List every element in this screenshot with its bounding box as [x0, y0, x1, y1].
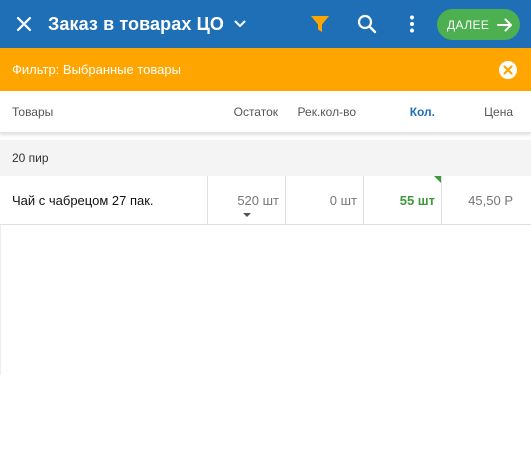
next-button-label: ДАЛЕЕ: [447, 17, 490, 32]
price-value: 45,50 Р: [468, 192, 513, 208]
caret-down-icon: [243, 213, 251, 217]
chevron-down-icon: [234, 20, 246, 28]
page-title: Заказ в товарах ЦО: [48, 13, 224, 34]
search-button[interactable]: [353, 10, 381, 38]
close-button[interactable]: [0, 0, 48, 48]
app-bar: Заказ в товарах ЦО ДАЛЕЕ: [0, 0, 531, 48]
price-cell: 45,50 Р: [441, 176, 531, 224]
column-header-goods[interactable]: Товары: [12, 91, 53, 133]
recommended-value: 0 шт: [329, 192, 357, 208]
search-icon: [357, 14, 377, 34]
group-header: 20 пир: [0, 140, 531, 176]
title-dropdown[interactable]: Заказ в товарах ЦО: [48, 14, 246, 35]
product-name: Чай с чабрецом 27 пак.: [12, 192, 154, 208]
quantity-value: 55 шт: [399, 192, 435, 208]
filter-banner-text: Фильтр: Выбранные товары: [12, 62, 181, 77]
content-edge: [0, 225, 1, 375]
more-menu-button[interactable]: [400, 10, 424, 38]
stock-cell[interactable]: 520 шт: [207, 176, 285, 224]
clear-filter-button[interactable]: [497, 59, 519, 81]
column-header-price[interactable]: Цена: [484, 91, 513, 133]
more-vert-icon: [410, 15, 414, 33]
edited-marker-icon: [434, 176, 441, 183]
column-header-stock[interactable]: Остаток: [234, 91, 278, 133]
stock-value: 520 шт: [237, 192, 279, 208]
table-header: Товары Остаток Рек.кол-во Кол. Цена: [0, 91, 531, 133]
group-title: 20 пир: [12, 151, 49, 165]
filter-button[interactable]: [306, 10, 334, 38]
quantity-cell[interactable]: 55 шт: [363, 176, 441, 224]
recommended-cell: 0 шт: [285, 176, 363, 224]
column-header-recommended[interactable]: Рек.кол-во: [298, 91, 356, 133]
column-header-quantity[interactable]: Кол.: [410, 91, 435, 133]
table-row[interactable]: Чай с чабрецом 27 пак. 520 шт 0 шт 55 шт…: [0, 176, 531, 225]
next-button[interactable]: ДАЛЕЕ: [437, 9, 520, 40]
clear-filter-icon: [499, 61, 517, 79]
arrow-right-icon: [497, 18, 513, 32]
close-icon: [16, 16, 32, 32]
filter-icon: [311, 16, 329, 32]
filter-banner: Фильтр: Выбранные товары: [0, 48, 531, 91]
